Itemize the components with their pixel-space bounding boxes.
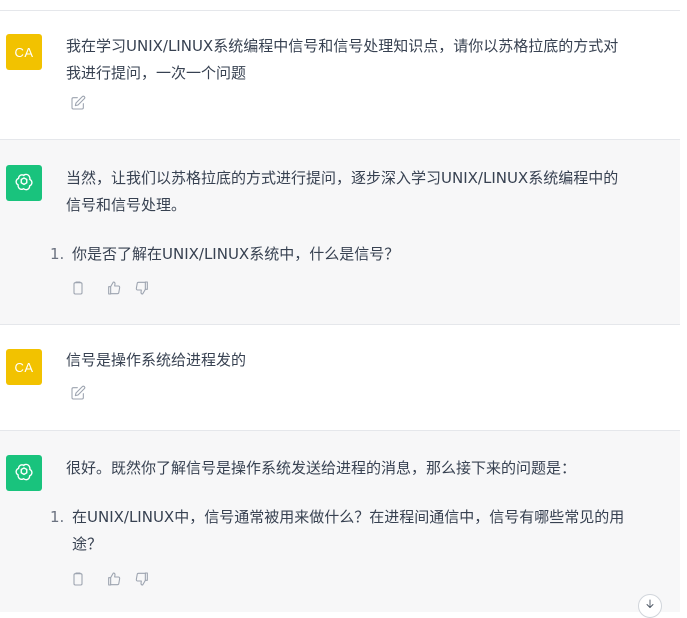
thumbs-down-icon[interactable] — [133, 570, 151, 588]
message-line: 我在学习UNIX/LINUX系统编程中信号和信号处理知识点，请你以苏格拉底的方式… — [66, 37, 619, 55]
message-line: 当然，让我们以苏格拉底的方式进行提问，逐步深入学习UNIX/LINUX系统编程中… — [66, 169, 619, 187]
user-message-text: 信号是操作系统给进程发的 — [66, 347, 666, 374]
message-line: 我进行提问，一次一个问题 — [66, 64, 247, 82]
user-avatar: CA — [6, 34, 42, 70]
user-avatar-initials: CA — [14, 359, 34, 375]
list-item-text: 你是否了解在UNIX/LINUX系统中，什么是信号？ — [72, 245, 400, 263]
list-number: 1. — [50, 245, 65, 263]
assistant-message: 很好。既然你了解信号是操作系统发送给进程的消息，那么接下来的问题是： 1. 在U… — [0, 430, 680, 612]
edit-icon[interactable] — [69, 384, 87, 402]
arrow-down-icon — [646, 599, 654, 608]
thumbs-up-icon[interactable] — [105, 279, 123, 297]
list-number: 1. — [50, 508, 65, 526]
assistant-message-text: 当然，让我们以苏格拉底的方式进行提问，逐步深入学习UNIX/LINUX系统编程中… — [66, 165, 666, 219]
ordered-list-item: 1. 你是否了解在UNIX/LINUX系统中，什么是信号？ — [50, 241, 666, 268]
user-message: CA 信号是操作系统给进程发的 — [0, 325, 680, 430]
copy-icon[interactable] — [69, 570, 87, 588]
assistant-avatar — [6, 455, 42, 491]
user-message-text: 我在学习UNIX/LINUX系统编程中信号和信号处理知识点，请你以苏格拉底的方式… — [66, 33, 666, 87]
user-avatar: CA — [6, 349, 42, 385]
user-message: CA 我在学习UNIX/LINUX系统编程中信号和信号处理知识点，请你以苏格拉底… — [0, 11, 680, 139]
thumbs-down-icon[interactable] — [133, 279, 151, 297]
scroll-to-bottom-button[interactable] — [638, 594, 662, 618]
assistant-avatar — [6, 165, 42, 201]
top-divider — [0, 0, 680, 11]
message-line: 信号是操作系统给进程发的 — [66, 351, 247, 369]
assistant-message: 当然，让我们以苏格拉底的方式进行提问，逐步深入学习UNIX/LINUX系统编程中… — [0, 139, 680, 325]
ordered-list-item: 1. 在UNIX/LINUX中，信号通常被用来做什么？在进程间通信中，信号有哪些… — [50, 504, 666, 558]
thumbs-up-icon[interactable] — [105, 570, 123, 588]
list-item-text: 途？ — [72, 535, 103, 553]
copy-icon[interactable] — [69, 279, 87, 297]
message-line: 很好。既然你了解信号是操作系统发送给进程的消息，那么接下来的问题是： — [66, 459, 577, 477]
message-line: 信号和信号处理。 — [66, 196, 187, 214]
edit-icon[interactable] — [69, 94, 87, 112]
list-item-text: 在UNIX/LINUX中，信号通常被用来做什么？在进程间通信中，信号有哪些常见的… — [72, 508, 625, 526]
openai-logo-icon — [15, 173, 33, 191]
openai-logo-icon — [15, 463, 33, 481]
user-avatar-initials: CA — [14, 44, 34, 60]
page-edge — [680, 0, 687, 612]
assistant-message-text: 很好。既然你了解信号是操作系统发送给进程的消息，那么接下来的问题是： — [66, 455, 666, 482]
